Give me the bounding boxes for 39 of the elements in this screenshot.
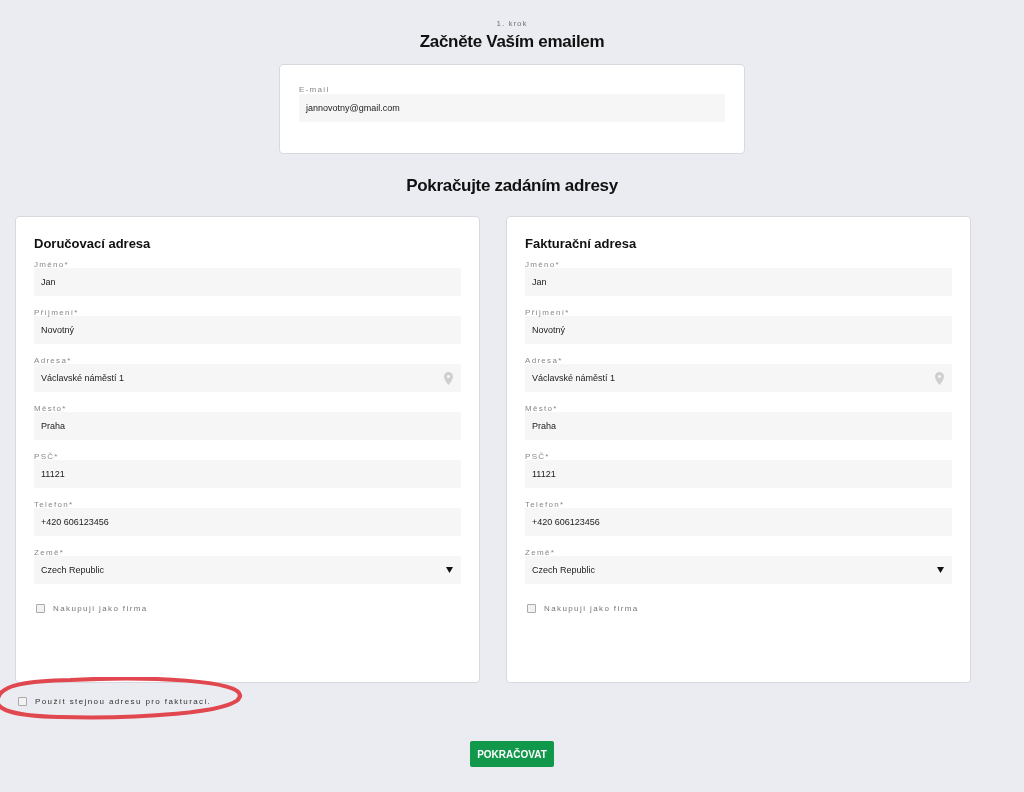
input-field[interactable]: Novotný [525,316,952,344]
field-label: Jméno* [525,260,561,271]
input-field[interactable]: Praha [525,412,952,440]
field-label: PSČ* [525,452,551,463]
checkbox-label: Použít stejnou adresu pro fakturaci. [35,697,212,706]
field-label: Země* [34,548,66,559]
card-title: Fakturační adresa [525,236,638,251]
field-label: Adresa* [34,356,73,367]
input-field[interactable]: 11121 [34,460,461,488]
field-label: Telefon* [34,500,75,511]
field-label: Město* [34,404,68,415]
checkbox-label: Nakupuji jako firma [544,604,639,613]
country-select[interactable]: Czech Republic [525,556,952,584]
field-label: Telefon* [525,500,566,511]
step-label: 1. krok [496,19,528,30]
field-label: Příjmení* [34,308,80,319]
input-field[interactable]: Václavské náměstí 1 [525,364,952,392]
field-label: Jméno* [34,260,70,271]
section-heading: Začněte Vaším emailem [419,32,605,52]
section-heading: Pokračujte zadáním adresy [406,176,618,196]
field-label: Země* [525,548,557,559]
input-field[interactable]: Novotný [34,316,461,344]
field-label: E-mail [299,85,331,96]
field-label: PSČ* [34,452,60,463]
checkbox-label: Nakupuji jako firma [53,604,148,613]
input-field[interactable]: +420 606123456 [525,508,952,536]
card-title: Doručovací adresa [34,236,152,251]
country-select[interactable]: Czech Republic [34,556,461,584]
input-field[interactable]: Jan [34,268,461,296]
continue-button[interactable]: POKRAČOVAT [470,741,554,767]
input-field[interactable]: 11121 [525,460,952,488]
field-label: Příjmení* [525,308,571,319]
field-label: Adresa* [525,356,564,367]
input-field[interactable]: Praha [34,412,461,440]
input-field[interactable]: Václavské náměstí 1 [34,364,461,392]
input-field[interactable]: +420 606123456 [34,508,461,536]
input-field[interactable]: jannovotny@gmail.com [299,94,725,122]
field-label: Město* [525,404,559,415]
input-field[interactable]: Jan [525,268,952,296]
